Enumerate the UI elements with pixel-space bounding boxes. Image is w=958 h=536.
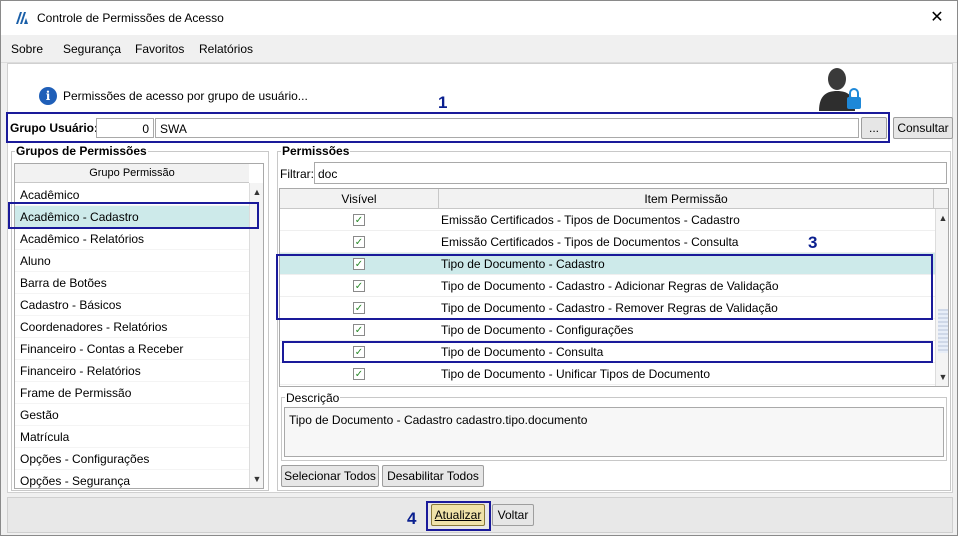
grupo-usuario-name-input[interactable]: SWA [155, 118, 859, 138]
visivel-checkbox[interactable]: ✓ [353, 214, 365, 226]
filter-label: Filtrar: [280, 167, 314, 181]
grupo-list-item[interactable]: Aluno [15, 250, 249, 272]
permissao-row[interactable]: ✓ Tipo de Documento - Unificar Tipos de D… [280, 363, 935, 385]
menu-sobre[interactable]: Sobre [11, 42, 43, 56]
scroll-down-icon[interactable]: ▼ [250, 472, 263, 486]
permissao-item-label: Tipo de Documento - Unificar Tipos de Do… [441, 367, 711, 381]
selecionar-todos-button[interactable]: Selecionar Todos [281, 465, 379, 487]
consultar-button[interactable]: Consultar [893, 117, 953, 139]
grupo-list-item[interactable]: Acadêmico - Relatórios [15, 228, 249, 250]
scroll-thumb[interactable] [938, 309, 948, 353]
permissao-row[interactable]: ✓ Tipo de Documento - Configurações [280, 319, 935, 341]
grupo-list-item[interactable]: Opções - Configurações [15, 448, 249, 470]
grupo-list-item[interactable]: Financeiro - Contas a Receber [15, 338, 249, 360]
grupo-list-item[interactable]: Opções - Segurança [15, 470, 249, 488]
grupo-list-item[interactable]: Coordenadores - Relatórios [15, 316, 249, 338]
highlight-consulta-row [282, 341, 933, 363]
visivel-checkbox[interactable]: ✓ [353, 368, 365, 380]
permissao-item-label: Tipo de Documento - Configurações [441, 323, 634, 337]
permissoes-table-header: Visível Item Permissão [280, 189, 948, 209]
grupo-list-item[interactable]: Gestão [15, 404, 249, 426]
grupos-title: Grupos de Permissões [15, 144, 148, 158]
app-window: Controle de Permissões de Acesso ✕ Sobre… [0, 0, 958, 536]
highlight-cadastro-rows [276, 254, 933, 320]
grupo-list-item[interactable]: Frame de Permissão [15, 382, 249, 404]
permissao-row[interactable]: ✓ Emissão Certificados - Tipos de Documen… [280, 209, 935, 231]
menu-favoritos[interactable]: Favoritos [135, 42, 184, 56]
atualizar-button[interactable]: Atualizar [431, 504, 485, 526]
visivel-checkbox[interactable]: ✓ [353, 236, 365, 248]
permissao-row[interactable]: ✓ Emissão Certificados - Tipos de Documen… [280, 231, 935, 253]
title-bar: Controle de Permissões de Acesso ✕ [1, 1, 957, 35]
voltar-button[interactable]: Voltar [492, 504, 534, 526]
callout-3: 3 [808, 233, 818, 252]
app-logo-icon [16, 12, 28, 24]
window-title: Controle de Permissões de Acesso [37, 11, 224, 25]
desabilitar-todos-button[interactable]: Desabilitar Todos [382, 465, 484, 487]
permissao-item-label: Emissão Certificados - Tipos de Document… [441, 213, 740, 227]
col-item-permissao[interactable]: Item Permissão [439, 189, 934, 209]
grupo-list-item[interactable]: Cadastro - Básicos [15, 294, 249, 316]
scroll-up-icon[interactable]: ▲ [250, 185, 263, 199]
scroll-up-icon[interactable]: ▲ [936, 211, 948, 225]
filter-input[interactable]: doc [314, 162, 947, 184]
grupo-list-item[interactable]: Financeiro - Relatórios [15, 360, 249, 382]
callout-1: 1 [438, 93, 448, 112]
close-icon[interactable]: ✕ [927, 7, 947, 27]
grupo-usuario-code-input[interactable]: 0 [96, 118, 154, 138]
menu-relatorios[interactable]: Relatórios [199, 42, 253, 56]
permissoes-title: Permissões [281, 144, 351, 158]
visivel-checkbox[interactable]: ✓ [353, 324, 365, 336]
descricao-text: Tipo de Documento - Cadastro cadastro.ti… [284, 407, 944, 457]
col-visivel[interactable]: Visível [280, 189, 439, 209]
permissoes-scrollbar[interactable]: ▲ ▼ [935, 209, 948, 386]
grupo-usuario-label: Grupo Usuário: [10, 121, 99, 135]
grupos-header[interactable]: Grupo Permissão [15, 164, 249, 183]
menu-seguranca[interactable]: Segurança [63, 42, 121, 56]
user-lock-icon [819, 68, 861, 111]
scroll-down-icon[interactable]: ▼ [936, 370, 948, 384]
callout-4: 4 [407, 509, 417, 528]
descricao-title: Descrição [285, 391, 341, 405]
grupo-list-item[interactable]: Barra de Botões [15, 272, 249, 294]
permissao-item-label: Emissão Certificados - Tipos de Document… [441, 235, 739, 249]
grupo-list-item[interactable]: Matrícula [15, 426, 249, 448]
info-text: Permissões de acesso por grupo de usuári… [63, 89, 308, 103]
menu-bar: Sobre Segurança Favoritos Relatórios [1, 35, 957, 63]
highlight-grupo-selected [8, 202, 259, 229]
info-icon: i [39, 87, 57, 105]
browse-button[interactable]: ... [861, 117, 887, 139]
